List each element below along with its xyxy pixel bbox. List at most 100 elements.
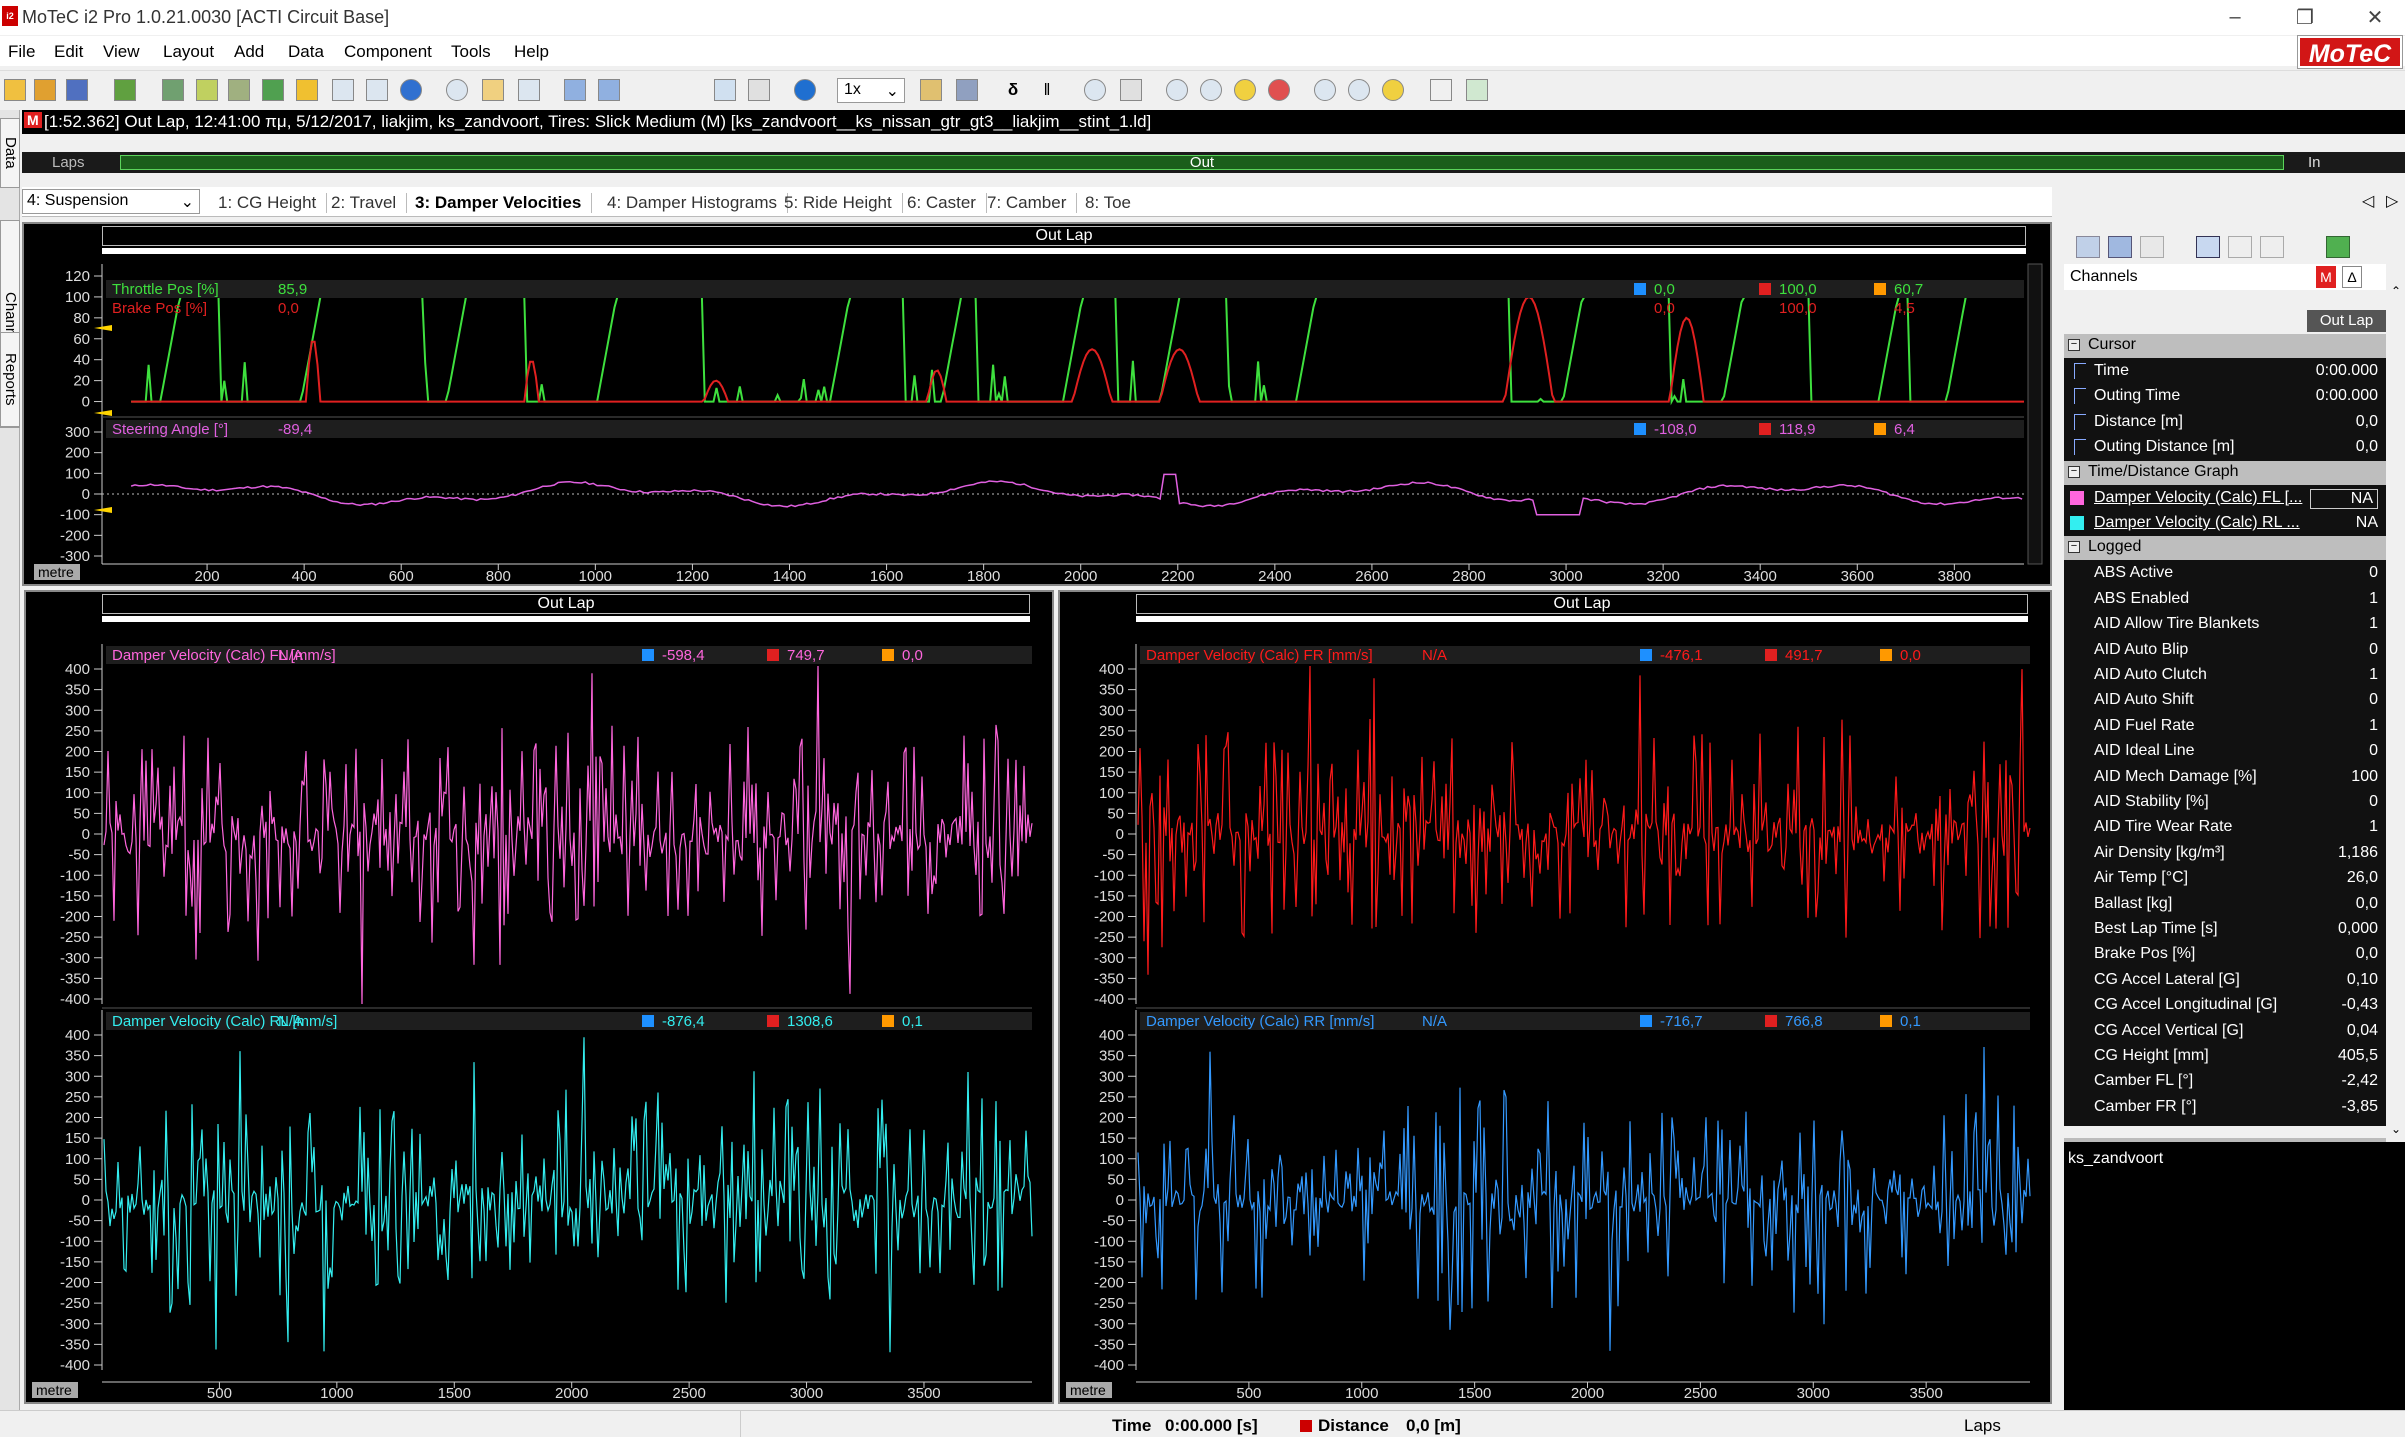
channel-row[interactable]: Camber FR [°] -3,85 (2064, 1095, 2386, 1120)
play-icon[interactable] (794, 79, 816, 101)
lap-in-segment[interactable]: In (2308, 154, 2321, 171)
channel-row[interactable]: Air Temp [°C] 26,0 (2064, 866, 2386, 891)
workbook-select[interactable]: 4: Suspension ⌄ (22, 189, 200, 214)
channel-row[interactable]: CG Accel Lateral [G] 0,10 (2064, 968, 2386, 993)
zoom-x-icon[interactable] (1314, 79, 1336, 101)
zoom-out-icon[interactable] (1200, 79, 1222, 101)
channel-row[interactable]: AID Auto Clutch 1 (2064, 663, 2386, 688)
channels-list[interactable]: − Cursor Time 0:00.000 Outing Time 0:00.000 Di… (2064, 334, 2386, 1126)
open-icon[interactable] (4, 79, 26, 101)
info-icon[interactable] (400, 79, 422, 101)
collapse-icon[interactable]: − (2068, 465, 2080, 478)
graph-damper-front-rear-right[interactable]: Out Lap 400 350 300 250 200 150 100 50 0 -50 -100-… (1058, 590, 2052, 1404)
zoom-in-icon[interactable] (1166, 79, 1188, 101)
channel-row[interactable]: Brake Pos [%] 0,0 (2064, 942, 2386, 967)
channel-row[interactable]: CG Accel Longitudinal [G] -0,43 (2064, 993, 2386, 1018)
tab-damper-velocities[interactable]: 3: Damper Velocities (415, 193, 593, 213)
laps-bar[interactable]: Laps Out In (22, 152, 2405, 173)
channel-row[interactable]: Outing Distance [m] 0,0 (2064, 435, 2386, 460)
section-logged[interactable]: − Logged (2064, 536, 2386, 561)
grid-icon[interactable] (518, 79, 540, 101)
channel-row[interactable]: CG Accel Vertical [G] 0,04 (2064, 1019, 2386, 1044)
layout-single-icon[interactable] (2196, 236, 2220, 258)
channel-row[interactable]: AID Mech Damage [%] 100 (2064, 765, 2386, 790)
chevron-down-icon[interactable]: ⌄ (2391, 1122, 2401, 1136)
zoom-y-icon[interactable] (1348, 79, 1370, 101)
channel-row[interactable]: AID Tire Wear Rate 1 (2064, 815, 2386, 840)
channel-row[interactable]: Damper Velocity (Calc) FL [... NA (2064, 486, 2386, 511)
channel-row[interactable]: Distance [m] 0,0 (2064, 410, 2386, 435)
delta-toggle[interactable]: Δ (2342, 266, 2362, 288)
graph-damper-front-rear-left[interactable]: Out Lap 400 350 300 250 200 150 100 50 0 -50 -100-… (24, 590, 1054, 1404)
tile-icon[interactable] (1466, 79, 1488, 101)
details-icon[interactable] (366, 79, 388, 101)
channels-list-icon[interactable] (2140, 236, 2164, 258)
channel-row[interactable]: Outing Time 0:00.000 (2064, 384, 2386, 409)
channels-scrollbar[interactable]: ⌃ ⌄ (2390, 282, 2405, 1138)
flag-icon[interactable] (634, 79, 656, 101)
clock-icon[interactable] (446, 79, 468, 101)
zoom-all-icon[interactable] (1382, 79, 1404, 101)
section-cursor[interactable]: − Cursor (2064, 334, 2386, 358)
menu-tools[interactable]: Tools (451, 42, 491, 62)
flag-add-icon[interactable] (670, 79, 692, 101)
channel-row[interactable]: AID Auto Shift 0 (2064, 688, 2386, 713)
new-icon[interactable] (34, 79, 56, 101)
channels-grid-icon[interactable] (2108, 236, 2132, 258)
layout-split-icon[interactable] (2228, 236, 2252, 258)
channel-row[interactable]: Time 0:00.000 (2064, 359, 2386, 384)
menu-edit[interactable]: Edit (54, 42, 83, 62)
zoom-fit-icon[interactable] (1234, 79, 1256, 101)
menu-help[interactable]: Help (514, 42, 549, 62)
layout-image-icon[interactable] (2260, 236, 2284, 258)
tab-caster[interactable]: 6: Caster (907, 193, 987, 213)
menu-layout[interactable]: Layout (163, 42, 214, 62)
restore-icon[interactable]: ❐ (2275, 0, 2335, 35)
channel-row[interactable]: CG Height [mm] 405,5 (2064, 1044, 2386, 1069)
pan-icon[interactable] (1120, 79, 1142, 101)
graph-left-svg[interactable]: 400 350 300 250 200 150 100 50 0 -50 -100 -150 -200 -… (26, 592, 1052, 1402)
channel-row[interactable]: ABS Active 0 (2064, 561, 2386, 586)
channel-row[interactable]: AID Ideal Line 0 (2064, 739, 2386, 764)
tab-scroll-left-icon[interactable]: ◁ (2362, 191, 2374, 211)
window-icon[interactable] (956, 79, 978, 101)
maths-icon[interactable] (296, 79, 318, 101)
lap-marker[interactable]: M (2316, 266, 2336, 288)
channel-row[interactable]: Camber FL [°] -2,42 (2064, 1069, 2386, 1094)
graph-top-svg[interactable]: 120100806040200 3002001000-100-200-300 2… (24, 224, 2050, 584)
channel-row[interactable]: Air Density [kg/m³] 1,186 (2064, 841, 2386, 866)
channel-row[interactable]: AID Fuel Rate 1 (2064, 714, 2386, 739)
excel-icon[interactable] (262, 79, 284, 101)
collapse-icon[interactable]: − (2068, 339, 2080, 351)
tab-travel[interactable]: 2: Travel (331, 193, 408, 213)
channel-row[interactable]: AID Stability [%] 0 (2064, 790, 2386, 815)
tab-camber[interactable]: 7: Camber (987, 193, 1078, 213)
channel-row[interactable]: AID Allow Tire Blankets 1 (2064, 612, 2386, 637)
minimize-icon[interactable]: – (2205, 0, 2265, 35)
filter-icon[interactable] (196, 79, 218, 101)
refresh-icon[interactable] (2326, 236, 2350, 258)
channels-view-icon[interactable] (2076, 236, 2100, 258)
track-map[interactable]: ks_zandvoort (2064, 1142, 2405, 1410)
tab-cg-height[interactable]: 1: CG Height (218, 193, 328, 213)
chevron-up-icon[interactable]: ⌃ (2391, 284, 2401, 298)
next-lap-icon[interactable] (598, 79, 620, 101)
channel-row[interactable]: Damper Velocity (Calc) RL ... NA (2064, 511, 2386, 536)
zoom-reset-icon[interactable] (748, 79, 770, 101)
graph-throttle-brake-steering[interactable]: Out Lap 120 100 80 60 40 20 0 300 200 100 0 -100 -2… (22, 222, 2052, 586)
channel-row[interactable]: Best Lap Time [s] 0,000 (2064, 917, 2386, 942)
channel-row[interactable]: ABS Enabled 1 (2064, 587, 2386, 612)
prev-lap-icon[interactable] (564, 79, 586, 101)
menu-add[interactable]: Add (234, 42, 264, 62)
tab-ride-height[interactable]: 5: Ride Height (784, 193, 903, 213)
zoom-lap-icon[interactable] (714, 79, 736, 101)
tab-toe[interactable]: 8: Toe (1085, 193, 1141, 213)
split-icon[interactable] (1430, 79, 1452, 101)
side-tab-reports[interactable]: Reports (0, 332, 20, 427)
pause-icon[interactable]: ‖ (1036, 79, 1058, 101)
magnify-icon[interactable] (1084, 79, 1106, 101)
delta-icon[interactable]: δ (1002, 79, 1024, 101)
menu-component[interactable]: Component (344, 42, 432, 62)
section-time-distance-graph[interactable]: − Time/Distance Graph (2064, 460, 2386, 485)
zoom-cancel-icon[interactable] (1268, 79, 1290, 101)
